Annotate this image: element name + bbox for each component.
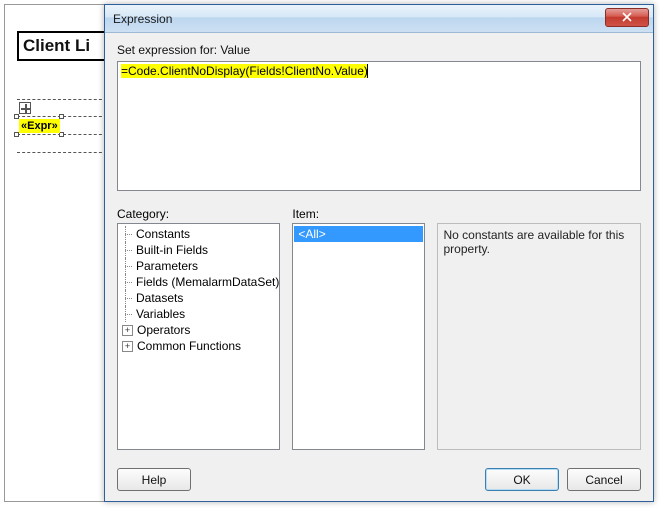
resize-handle[interactable] bbox=[59, 114, 64, 119]
expression-text: =Code.ClientNoDisplay(Fields!ClientNo.Va… bbox=[121, 64, 368, 78]
dialog-button-row: Help OK Cancel bbox=[105, 460, 653, 501]
item-listbox[interactable]: <All> bbox=[292, 223, 424, 450]
tree-label: Built-in Fields bbox=[134, 243, 208, 257]
tree-item-parameters[interactable]: Parameters bbox=[118, 258, 279, 274]
cancel-button-label: Cancel bbox=[585, 473, 622, 487]
tree-label: Datasets bbox=[134, 291, 183, 305]
report-rows: «Expr» bbox=[17, 99, 107, 153]
tree-item-constants[interactable]: Constants bbox=[118, 226, 279, 242]
category-tree[interactable]: Constants Built-in Fields Parameters Fie… bbox=[117, 223, 280, 450]
report-title-cell: Client Li bbox=[17, 31, 107, 61]
tree-line-icon bbox=[122, 226, 134, 242]
tree-item-datasets[interactable]: Datasets bbox=[118, 290, 279, 306]
dialog-body: Set expression for: Value =Code.ClientNo… bbox=[105, 33, 653, 460]
tree-label: Common Functions bbox=[135, 339, 241, 353]
lists-row: Category: Constants Built-in Fields Para… bbox=[117, 207, 641, 450]
tree-label: Constants bbox=[134, 227, 190, 241]
tree-line-icon bbox=[122, 306, 134, 322]
description-box: No constants are available for this prop… bbox=[437, 223, 642, 450]
cancel-button[interactable]: Cancel bbox=[567, 468, 641, 491]
tree-line-icon bbox=[122, 258, 134, 274]
expression-placeholder-cell[interactable]: «Expr» bbox=[19, 119, 60, 133]
titlebar[interactable]: Expression bbox=[105, 5, 653, 33]
ok-button[interactable]: OK bbox=[485, 468, 559, 491]
text-caret bbox=[367, 64, 368, 78]
expand-icon[interactable]: + bbox=[122, 325, 133, 336]
close-button[interactable] bbox=[605, 8, 649, 27]
help-button[interactable]: Help bbox=[117, 468, 191, 491]
move-handle-icon[interactable] bbox=[19, 102, 31, 114]
item-all-selected[interactable]: <All> bbox=[294, 226, 422, 242]
tree-label: Fields (MemalarmDataSet) bbox=[134, 275, 279, 289]
category-label: Category: bbox=[117, 207, 280, 221]
set-expression-label: Set expression for: Value bbox=[117, 43, 641, 57]
tree-line-icon bbox=[122, 290, 134, 306]
help-button-label: Help bbox=[142, 473, 167, 487]
description-column: No constants are available for this prop… bbox=[437, 207, 642, 450]
category-column: Category: Constants Built-in Fields Para… bbox=[117, 207, 280, 450]
tree-item-variables[interactable]: Variables bbox=[118, 306, 279, 322]
item-label: Item: bbox=[292, 207, 424, 221]
tree-label: Variables bbox=[134, 307, 185, 321]
expression-textarea[interactable]: =Code.ClientNoDisplay(Fields!ClientNo.Va… bbox=[117, 61, 641, 191]
tree-item-fields[interactable]: Fields (MemalarmDataSet) bbox=[118, 274, 279, 290]
report-row-selected[interactable]: «Expr» bbox=[17, 117, 107, 135]
description-label-spacer bbox=[437, 207, 642, 221]
tree-item-common-functions[interactable]: + Common Functions bbox=[118, 338, 279, 354]
tree-line-icon bbox=[122, 274, 134, 290]
tree-line-icon bbox=[122, 242, 134, 258]
report-title-text: Client Li bbox=[23, 36, 90, 56]
tree-item-builtin[interactable]: Built-in Fields bbox=[118, 242, 279, 258]
description-text: No constants are available for this prop… bbox=[444, 228, 625, 256]
tree-label: Parameters bbox=[134, 259, 198, 273]
close-icon bbox=[622, 11, 632, 25]
ok-button-label: OK bbox=[513, 473, 530, 487]
report-row bbox=[17, 135, 107, 153]
item-column: Item: <All> bbox=[292, 207, 424, 450]
tree-item-operators[interactable]: + Operators bbox=[118, 322, 279, 338]
tree-label: Operators bbox=[135, 323, 190, 337]
expression-dialog: Expression Set expression for: Value =Co… bbox=[104, 4, 654, 502]
expand-icon[interactable]: + bbox=[122, 341, 133, 352]
dialog-title: Expression bbox=[113, 12, 172, 26]
